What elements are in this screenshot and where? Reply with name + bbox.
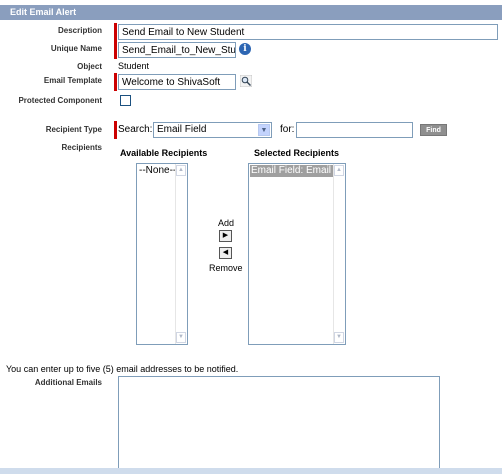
scroll-up-icon[interactable]: ▲ [334,165,344,176]
additional-emails-textarea[interactable] [118,376,440,470]
scrollbar[interactable]: ▲ ▼ [175,164,187,344]
available-recipients-list[interactable]: --None-- ▲ ▼ [136,163,188,345]
description-input[interactable]: Send Email to New Student [118,24,498,40]
chevron-down-icon[interactable]: ▼ [258,124,270,136]
protected-component-label: Protected Component [18,96,102,105]
recipients-label: Recipients [61,143,102,152]
section-title: Edit Email Alert [10,7,77,17]
required-indicator [114,121,117,139]
scroll-up-icon[interactable]: ▲ [176,165,186,176]
add-label: Add [218,218,235,228]
unique-name-label: Unique Name [50,44,102,53]
arrow-left-icon[interactable]: ◀ [219,247,232,259]
recipient-type-label: Recipient Type [45,125,102,134]
description-label: Description [57,26,102,35]
section-header: Edit Email Alert [0,5,502,20]
additional-emails-note: You can enter up to five (5) email addre… [6,364,239,374]
recipient-type-value: Email Field [157,124,207,135]
available-recipients-header: Available Recipients [120,148,208,158]
email-template-value: Welcome to ShivaSoft [122,77,221,88]
arrow-right-icon[interactable]: ▶ [219,230,232,242]
required-indicator [114,23,117,41]
unique-name-value: Send_Email_to_New_Stud [122,45,236,56]
list-item[interactable]: Email Field: Email [250,165,335,177]
object-label: Object [77,62,102,71]
selected-recipients-list[interactable]: Email Field: Email ▲ ▼ [248,163,346,345]
for-label: for: [280,124,295,135]
scroll-down-icon[interactable]: ▼ [334,332,344,343]
footer-bar [0,468,502,474]
additional-emails-label: Additional Emails [34,378,102,387]
scroll-down-icon[interactable]: ▼ [176,332,186,343]
list-item[interactable]: --None-- [138,165,175,177]
search-label: Search: [118,124,153,135]
scrollbar[interactable]: ▲ ▼ [333,164,345,344]
recipient-search-input[interactable] [296,122,413,138]
find-button[interactable]: Find [420,124,447,136]
remove-label: Remove [209,263,243,273]
email-template-label: Email Template [43,76,102,85]
lookup-magnifier-icon[interactable] [240,75,252,87]
description-value: Send Email to New Student [122,27,245,38]
email-template-input[interactable]: Welcome to ShivaSoft [118,74,236,90]
required-indicator [114,41,117,59]
protected-component-checkbox[interactable] [120,95,131,106]
info-icon[interactable]: i [239,43,251,55]
recipient-type-select[interactable]: Email Field ▼ [153,122,272,138]
object-value: Student [118,61,150,71]
required-indicator [114,73,117,91]
selected-recipients-header: Selected Recipients [254,148,340,158]
unique-name-input[interactable]: Send_Email_to_New_Stud [118,42,236,58]
